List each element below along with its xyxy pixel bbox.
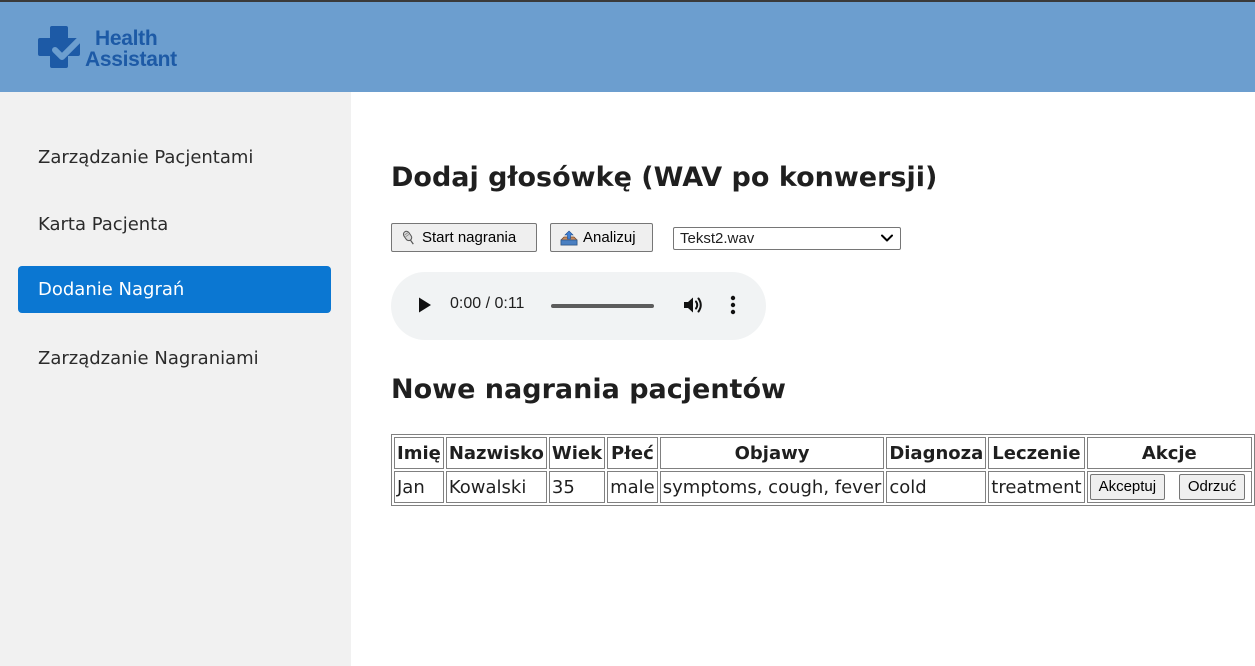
analyze-label: Analizuj	[583, 229, 636, 246]
audio-file-select[interactable]: Tekst2.wav	[673, 227, 901, 250]
column-header-nazwisko: Nazwisko	[445, 437, 547, 469]
recordings-section-title: Nowe nagrania pacjentów	[391, 374, 786, 405]
start-recording-label: Start nagrania	[422, 229, 517, 246]
sidebar-item-recording-management[interactable]: Zarządzanie Nagraniami	[18, 335, 331, 382]
logo-line-2: Assistant	[85, 48, 177, 71]
app-header: Health Assistant	[0, 2, 1255, 92]
table-header-row: Imię Nazwisko Wiek Płeć Objawy Diagnoza …	[394, 437, 1252, 469]
cell-imie: Jan	[394, 471, 444, 503]
volume-icon[interactable]	[682, 294, 704, 316]
cell-leczenie: treatment	[988, 471, 1085, 503]
more-options-icon[interactable]	[723, 294, 743, 316]
play-icon[interactable]	[417, 296, 433, 314]
logo[interactable]: Health Assistant	[38, 24, 188, 74]
main-content: Dodaj głosówkę (WAV po konwersji) Start …	[351, 92, 1255, 666]
medical-cross-icon	[38, 26, 85, 68]
column-header-wiek: Wiek	[548, 437, 606, 469]
accept-button[interactable]: Akceptuj	[1089, 474, 1166, 500]
column-header-objawy: Objawy	[659, 437, 885, 469]
sidebar-item-patient-card[interactable]: Karta Pacjenta	[18, 201, 331, 248]
playback-time: 0:00 / 0:11	[450, 295, 525, 312]
cell-diagnoza: cold	[886, 471, 987, 503]
reject-button[interactable]: Odrzuć	[1178, 474, 1246, 500]
column-header-akcje: Akcje	[1086, 437, 1252, 469]
table-row: Jan Kowalski 35 male symptoms, cough, fe…	[394, 471, 1252, 503]
sidebar-item-add-recordings[interactable]: Dodanie Nagrań	[18, 266, 331, 313]
start-recording-button[interactable]: Start nagrania	[391, 223, 537, 252]
microphone-icon	[402, 230, 414, 244]
chevron-down-icon	[881, 234, 893, 242]
outbox-tray-icon	[560, 230, 578, 245]
analyze-button[interactable]: Analizuj	[550, 223, 653, 252]
logo-text: Health Assistant	[85, 28, 177, 70]
audio-player: 0:00 / 0:11	[391, 272, 766, 340]
column-header-leczenie: Leczenie	[988, 437, 1085, 469]
cell-akcje: Akceptuj Odrzuć	[1086, 471, 1252, 503]
cell-plec: male	[607, 471, 658, 503]
cell-objawy: symptoms, cough, fever	[659, 471, 885, 503]
playback-progress-bar[interactable]	[551, 304, 654, 308]
column-header-diagnoza: Diagnoza	[886, 437, 987, 469]
cell-nazwisko: Kowalski	[445, 471, 547, 503]
upload-section-title: Dodaj głosówkę (WAV po konwersji)	[391, 162, 938, 193]
recordings-table: Imię Nazwisko Wiek Płeć Objawy Diagnoza …	[391, 434, 1255, 506]
logo-line-1: Health	[95, 27, 158, 50]
sidebar: Zarządzanie Pacjentami Karta Pacjenta Do…	[0, 92, 351, 666]
column-header-plec: Płeć	[607, 437, 658, 469]
cell-wiek: 35	[548, 471, 606, 503]
column-header-imie: Imię	[394, 437, 444, 469]
audio-file-selected: Tekst2.wav	[680, 230, 755, 247]
sidebar-item-patient-management[interactable]: Zarządzanie Pacjentami	[18, 134, 331, 181]
